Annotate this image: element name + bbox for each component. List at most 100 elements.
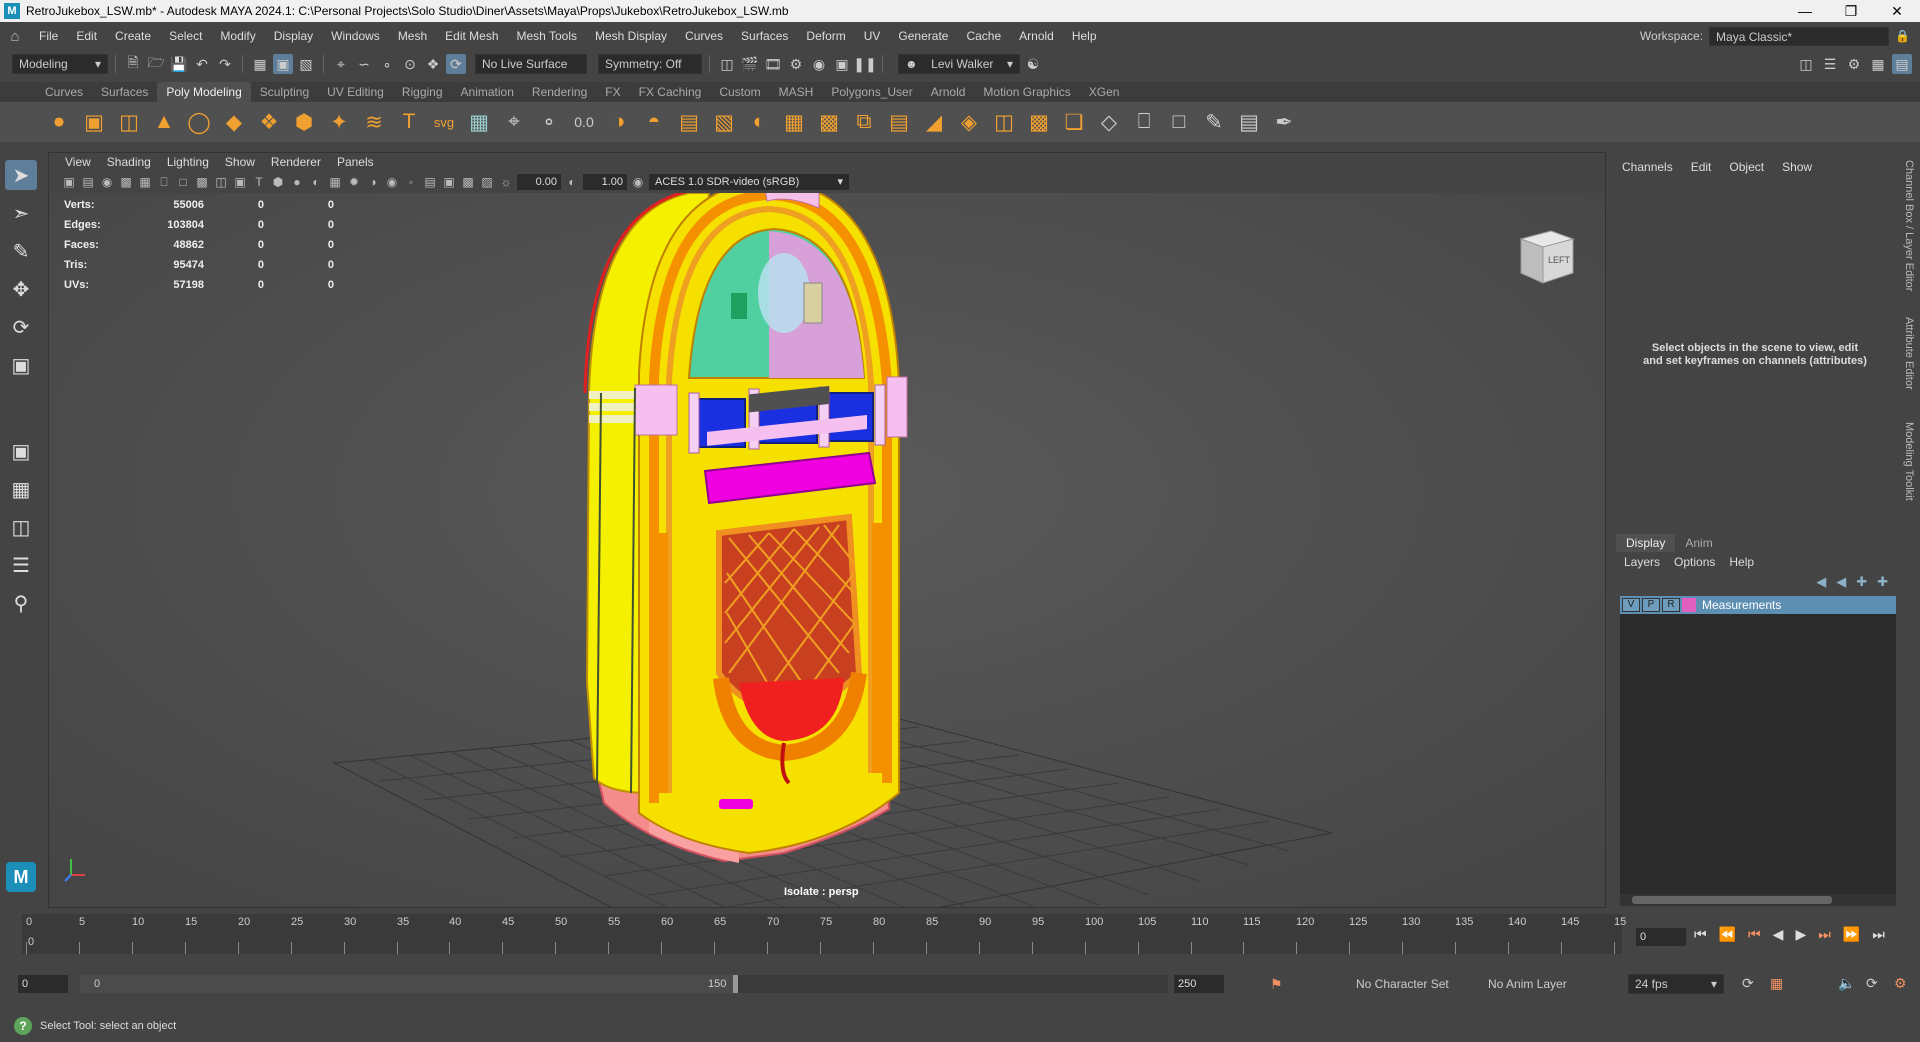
ipr-render-icon[interactable]: 🎞 [763,54,783,74]
viewport-menu-show[interactable]: Show [217,155,263,169]
play-backward-icon[interactable]: ◀ [1773,926,1784,943]
anim-settings-icon[interactable]: ⚙ [1894,975,1907,992]
menu-mesh[interactable]: Mesh [389,29,436,43]
open-scene-icon[interactable]: 🗁 [146,54,166,74]
render-view-icon[interactable]: ◫ [717,54,737,74]
channel-box-menu-show[interactable]: Show [1782,160,1812,174]
animation-preferences-icon[interactable]: ⟳ [1866,975,1878,992]
move-layer-up-icon[interactable]: ◀ [1816,574,1826,590]
layer-row[interactable]: V P R Measurements [1620,596,1896,614]
smooth-shade-icon[interactable]: ● [289,174,305,190]
film-gate-icon[interactable]: ⎕ [156,174,172,190]
fill-hole-icon[interactable]: ▩ [814,107,844,137]
shelf-tab-fx-caching[interactable]: FX Caching [630,82,711,102]
menu-cache[interactable]: Cache [957,29,1010,43]
select-object-icon[interactable]: ▣ [273,54,293,74]
poly-disc-icon[interactable]: ❖ [254,107,284,137]
snap-surface-icon[interactable]: ❖ [423,54,443,74]
menu-mesh-tools[interactable]: Mesh Tools [508,29,586,43]
cache-playback-icon[interactable]: ▦ [1770,975,1783,992]
bookmark-icon[interactable]: ◉ [99,174,115,190]
close-button[interactable]: ✕ [1874,0,1920,22]
shelf-tab-curves[interactable]: Curves [36,82,92,102]
exposure-field[interactable]: 0.00 [517,174,561,190]
poly-sphere-icon[interactable]: ● [44,107,74,137]
move-tool-icon[interactable]: ✥ [5,274,37,304]
tab-display[interactable]: Display [1616,534,1676,552]
two-view-icon[interactable]: ◫ [5,512,37,542]
gate-mask-icon[interactable]: ▩ [194,174,210,190]
menu-help[interactable]: Help [1063,29,1106,43]
shelf-tab-surfaces[interactable]: Surfaces [92,82,157,102]
current-frame-field[interactable]: 0 [1636,928,1686,946]
motion-blur-icon[interactable]: ◦ [403,174,419,190]
sweep-mesh-icon[interactable]: ≋ [359,107,389,137]
symmetry-dropdown[interactable]: Symmetry: Off [598,54,702,74]
select-tool-icon[interactable]: ➤ [5,160,37,190]
user-account-dropdown[interactable]: ☻ Levi Walker ▾ [898,54,1020,74]
auto-key-icon[interactable]: ⚑ [1270,976,1283,993]
layer-color-swatch[interactable] [1682,598,1696,612]
time-ruler[interactable]: 0 5 10 15 20 25 30 35 40 45 50 55 60 65 70 75 80 85 90 95 10… [22,914,1626,954]
viewport-persp[interactable]: View Shading Lighting Show Renderer Pane… [48,152,1606,908]
menu-mesh-display[interactable]: Mesh Display [586,29,676,43]
select-component-icon[interactable]: ▧ [296,54,316,74]
layer-visibility-toggle[interactable]: V [1622,598,1640,612]
character-set-dropdown[interactable]: No Character Set [1350,974,1460,994]
poly-torus-icon[interactable]: ◯ [184,107,214,137]
exposure-icon[interactable]: ☼ [498,174,514,190]
select-camera-icon[interactable]: ▣ [61,174,77,190]
image-plane-icon[interactable]: ▩ [118,174,134,190]
shelf-tab-fx[interactable]: FX [596,82,629,102]
go-to-start-icon[interactable]: ⏮ [1694,926,1707,943]
side-tab-channel-box[interactable]: Channel Box / Layer Editor [1903,160,1915,291]
arnold-render-icon[interactable]: ▣ [832,54,852,74]
snap-point-icon[interactable]: ∘ [377,54,397,74]
merge-icon[interactable]: ⧉ [849,107,879,137]
animation-end-field[interactable]: 250 [1174,975,1224,993]
gamma-icon[interactable]: ◐ [564,174,580,190]
channel-box-menu-edit[interactable]: Edit [1691,160,1712,174]
isolate-select-icon[interactable]: ▣ [441,174,457,190]
platonic-solid-icon[interactable]: ⬢ [289,107,319,137]
tool-settings-icon[interactable]: ⚙ [1844,54,1864,74]
shelf-tab-animation[interactable]: Animation [452,82,523,102]
animation-start-field[interactable]: 0 [18,975,68,993]
shelf-tab-xgen[interactable]: XGen [1080,82,1129,102]
menu-edit-mesh[interactable]: Edit Mesh [436,29,507,43]
home-icon[interactable]: ⌂ [0,28,30,45]
xray-icon[interactable]: ▩ [460,174,476,190]
redo-icon[interactable]: ↷ [215,54,235,74]
outliner-toggle-icon[interactable]: ▦ [1868,54,1888,74]
separate-icon[interactable]: ∘ [534,107,564,137]
shadows-icon[interactable]: ◑ [365,174,381,190]
modeling-toolkit-icon[interactable]: ◫ [1796,54,1816,74]
snap-view-icon[interactable]: ⊙ [400,54,420,74]
poke-icon[interactable]: ❏ [1059,107,1089,137]
extract-icon[interactable]: ▩ [1024,107,1054,137]
restore-button[interactable]: ❐ [1828,0,1874,22]
layer-playback-toggle[interactable]: P [1642,598,1660,612]
mirror-icon[interactable]: ⌖ [499,107,529,137]
shelf-tab-arnold[interactable]: Arnold [922,82,975,102]
step-forward-icon[interactable]: ⏩ [1843,926,1860,943]
menu-file[interactable]: File [30,29,67,43]
smooth-icon[interactable]: ◑ [604,107,634,137]
field-chart-icon[interactable]: ◫ [213,174,229,190]
fps-dropdown[interactable]: 24 fps ▾ [1628,974,1724,994]
go-to-end-icon[interactable]: ⏭ [1872,926,1885,943]
snap-curve-icon[interactable]: ∽ [354,54,374,74]
attribute-editor-icon[interactable]: ☰ [1820,54,1840,74]
super-shape-icon[interactable]: ✦ [324,107,354,137]
lights-icon[interactable]: ✹ [346,174,362,190]
menu-uv[interactable]: UV [855,29,890,43]
layer-menu-options[interactable]: Options [1674,555,1715,569]
ambient-occlusion-icon[interactable]: ◉ [384,174,400,190]
reduce-icon[interactable]: ◓ [639,107,669,137]
uv-editor-icon[interactable]: ⎕ [1129,107,1159,137]
planar-uv-icon[interactable]: ◇ [1094,107,1124,137]
collapse-icon[interactable]: ◫ [989,107,1019,137]
scale-tool-icon[interactable]: ▣ [5,350,37,380]
textured-icon[interactable]: ▦ [327,174,343,190]
menu-display[interactable]: Display [265,29,322,43]
